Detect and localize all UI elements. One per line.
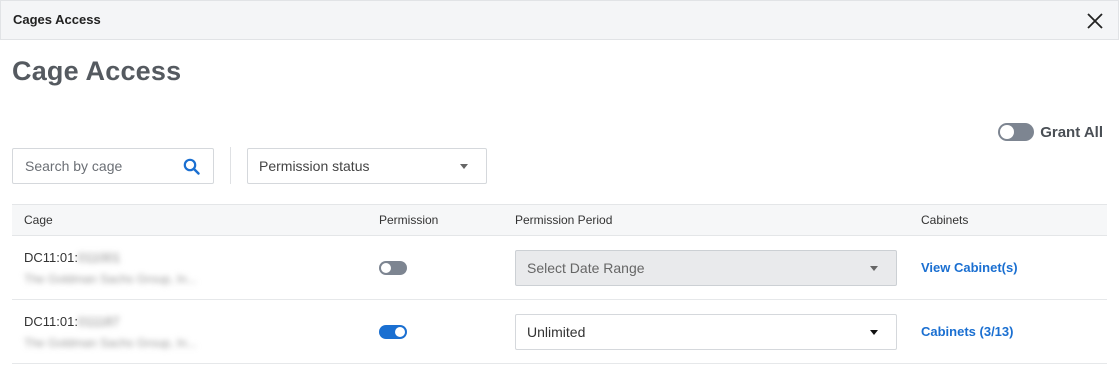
permission-period-dropdown: Select Date Range <box>515 250 897 286</box>
cage-id: DC11:01:011187 <box>24 314 119 329</box>
permission-period-value: Select Date Range <box>527 260 645 276</box>
toggle-knob <box>395 327 405 337</box>
search-input[interactable] <box>13 149 173 183</box>
cages-access-dialog: Cages Access Cage Access Grant All Permi… <box>0 0 1119 379</box>
chevron-down-icon <box>460 164 468 169</box>
cage-id: DC11:01:011001 <box>24 250 120 265</box>
permission-status-label: Permission status <box>259 158 370 174</box>
cage-organization: The Goldman Sachs Group, In... <box>24 336 197 350</box>
cage-id-prefix: DC11:01: <box>24 314 78 329</box>
chevron-down-icon <box>870 330 878 335</box>
header-permission-period: Permission Period <box>515 213 613 227</box>
dialog-title: Cages Access <box>13 12 101 27</box>
toggle-knob <box>1000 125 1015 139</box>
cage-id-suffix: 011187 <box>77 314 120 329</box>
permission-period-dropdown[interactable]: Unlimited <box>515 314 897 350</box>
permission-status-dropdown[interactable]: Permission status <box>247 148 487 184</box>
grant-all-label: Grant All <box>1040 123 1103 141</box>
permission-toggle[interactable] <box>379 261 407 275</box>
close-icon[interactable] <box>1086 12 1104 30</box>
permission-period-value: Unlimited <box>527 324 586 340</box>
table-row: DC11:01:011001 The Goldman Sachs Group, … <box>12 236 1107 300</box>
header-cabinets: Cabinets <box>921 213 969 227</box>
cage-organization: The Goldman Sachs Group, In... <box>24 272 197 286</box>
grant-all-toggle[interactable] <box>998 123 1035 141</box>
page-title: Cage Access <box>12 56 182 86</box>
dialog-titlebar: Cages Access <box>0 0 1119 40</box>
grant-all-toggle-group: Grant All <box>998 121 1103 143</box>
cage-id-prefix: DC11:01: <box>24 250 78 265</box>
chevron-down-icon <box>870 266 878 271</box>
toolbar-divider <box>230 147 231 184</box>
permission-toggle[interactable] <box>379 325 407 339</box>
table-row: DC11:01:011187 The Goldman Sachs Group, … <box>12 300 1107 364</box>
header-cage: Cage <box>24 213 53 227</box>
toggle-knob <box>381 263 391 273</box>
table-header: Cage Permission Permission Period Cabine… <box>12 204 1107 236</box>
cage-id-suffix: 011001 <box>77 250 121 265</box>
search-box <box>12 148 214 184</box>
header-permission: Permission <box>379 213 439 227</box>
view-cabinets-link[interactable]: View Cabinet(s) <box>921 260 1018 275</box>
search-icon[interactable] <box>183 158 200 175</box>
cabinets-link[interactable]: Cabinets (3/13) <box>921 324 1013 339</box>
